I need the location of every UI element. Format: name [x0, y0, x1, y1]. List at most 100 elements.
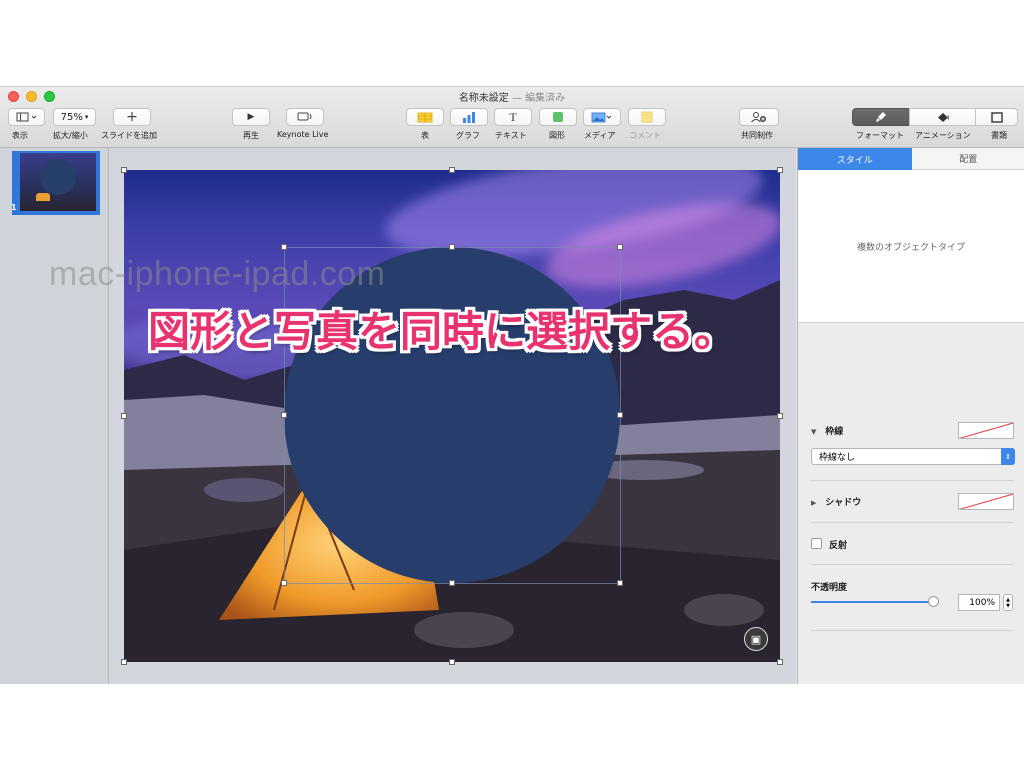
style-message: 複数のオブジェクトタイプ	[856, 242, 965, 253]
diamond-icon	[937, 112, 949, 122]
shape-icon	[553, 112, 563, 122]
reflection-checkbox[interactable]	[811, 538, 822, 549]
watermark-text: mac-iphone-ipad.com	[49, 255, 386, 293]
slide-canvas: ▣	[109, 148, 796, 684]
style-presets-area: 複数のオブジェクトタイプ	[798, 170, 1024, 323]
add-person-icon	[751, 112, 766, 123]
play-icon: ▶	[247, 112, 255, 122]
slide-thumbnail[interactable]	[20, 153, 96, 211]
slide-number: 1	[11, 203, 17, 212]
document-icon	[990, 111, 1003, 123]
thumbnail-circle	[40, 159, 76, 195]
circle-handle[interactable]	[449, 580, 455, 586]
disclosure-open-icon: ▼	[811, 428, 817, 436]
document-button[interactable]	[975, 108, 1018, 126]
selection-handle[interactable]	[121, 659, 127, 665]
circle-handle[interactable]	[617, 244, 623, 250]
opacity-field[interactable]: 100%	[958, 594, 1000, 611]
tab-arrange[interactable]: 配置	[911, 148, 1024, 170]
circle-handle[interactable]	[281, 412, 287, 418]
circle-handle[interactable]	[281, 580, 287, 586]
divider	[811, 564, 1014, 565]
play-button[interactable]: ▶	[232, 108, 270, 126]
media-button[interactable]	[583, 108, 621, 126]
animate-button[interactable]	[909, 108, 976, 126]
selection-handle[interactable]	[121, 167, 127, 173]
play-label: 再生	[243, 131, 259, 140]
thumbnail-tent	[36, 193, 50, 201]
photo-icon	[591, 112, 612, 122]
selection-handle[interactable]	[777, 167, 783, 173]
keynote-live-button[interactable]	[286, 108, 324, 126]
tutorial-headline: 図形と写真を同時に選択する。	[148, 307, 737, 356]
shadow-label: シャドウ	[825, 498, 862, 508]
table-icon	[417, 112, 433, 122]
chart-label: グラフ	[456, 131, 480, 140]
zoom-label: 拡大/縮小	[53, 131, 88, 140]
view-label: 表示	[12, 131, 28, 140]
text-label: テキスト	[495, 131, 527, 140]
selection-handle[interactable]	[777, 659, 783, 665]
divider	[811, 522, 1014, 523]
chevron-down-icon: ▾	[84, 113, 89, 121]
opacity-slider-knob[interactable]	[928, 596, 939, 607]
shape-button[interactable]	[539, 108, 577, 126]
document-status: — 編集済み	[512, 93, 566, 104]
add-slide-label: スライドを追加	[101, 131, 157, 140]
opacity-slider[interactable]	[811, 596, 939, 607]
add-slide-button[interactable]: +	[113, 108, 151, 126]
zoom-popup[interactable]: 75% ▾	[53, 108, 96, 126]
selection-handle[interactable]	[777, 413, 783, 419]
sidebar-icon	[16, 112, 36, 122]
format-inspector: スタイル 配置 複数のオブジェクトタイプ ▼ 枠線 枠線なし ⇕ ▶ シャドウ …	[797, 148, 1024, 684]
selection-handle[interactable]	[449, 659, 455, 665]
chart-button[interactable]	[450, 108, 488, 126]
divider	[811, 480, 1014, 481]
opacity-slider-fill	[811, 601, 939, 603]
replace-image-icon[interactable]: ▣	[744, 627, 768, 651]
border-style-popup[interactable]: 枠線なし ⇕	[811, 448, 1015, 465]
table-label: 表	[421, 131, 429, 140]
reflection-label: 反射	[829, 541, 848, 551]
circle-handle[interactable]	[617, 580, 623, 586]
circle-handle[interactable]	[449, 244, 455, 250]
comment-icon	[641, 111, 653, 123]
popup-arrows-icon: ⇕	[1001, 448, 1015, 465]
bar-chart-icon	[463, 111, 475, 123]
keynote-live-label: Keynote Live	[277, 130, 329, 139]
opacity-stepper[interactable]: ▲ ▼	[1003, 594, 1013, 611]
text-button[interactable]: T	[494, 108, 532, 126]
window-title: 名称未設定 — 編集済み	[0, 89, 1024, 104]
collaborate-label: 共同制作	[741, 131, 773, 140]
border-label: 枠線	[825, 427, 844, 437]
keynote-window: 名称未設定 — 編集済み 表示 75% ▾ 拡大/縮小 + スライドを追加 ▶ …	[0, 86, 1024, 684]
collaborate-button[interactable]	[739, 108, 779, 126]
table-button[interactable]	[406, 108, 444, 126]
selection-handle[interactable]	[449, 167, 455, 173]
disclosure-closed-icon: ▶	[811, 499, 817, 507]
comment-button[interactable]	[628, 108, 666, 126]
shape-label: 図形	[549, 131, 565, 140]
toolbar: 名称未設定 — 編集済み 表示 75% ▾ 拡大/縮小 + スライドを追加 ▶ …	[0, 87, 1024, 148]
slide-navigator: 1	[0, 148, 109, 684]
border-section[interactable]: ▼ 枠線	[811, 424, 843, 437]
format-button[interactable]	[852, 108, 910, 126]
document-name: 名称未設定	[458, 93, 509, 104]
circle-handle[interactable]	[617, 412, 623, 418]
shadow-color-well[interactable]	[958, 493, 1014, 510]
selection-handle[interactable]	[121, 413, 127, 419]
inspector-tabs: スタイル 配置	[798, 148, 1024, 170]
format-label: フォーマット	[856, 131, 904, 140]
animate-label: アニメーション	[915, 131, 971, 140]
opacity-value: 100%	[969, 597, 995, 608]
tab-style[interactable]: スタイル	[798, 148, 912, 170]
opacity-label: 不透明度	[811, 583, 848, 593]
border-color-well[interactable]	[958, 422, 1014, 439]
paintbrush-icon	[876, 112, 886, 122]
border-style-value: 枠線なし	[819, 453, 856, 463]
shadow-section[interactable]: ▶ シャドウ	[811, 495, 861, 508]
document-label: 書類	[991, 131, 1007, 140]
view-button[interactable]	[8, 108, 45, 126]
plus-icon: +	[126, 109, 138, 125]
circle-handle[interactable]	[281, 244, 287, 250]
